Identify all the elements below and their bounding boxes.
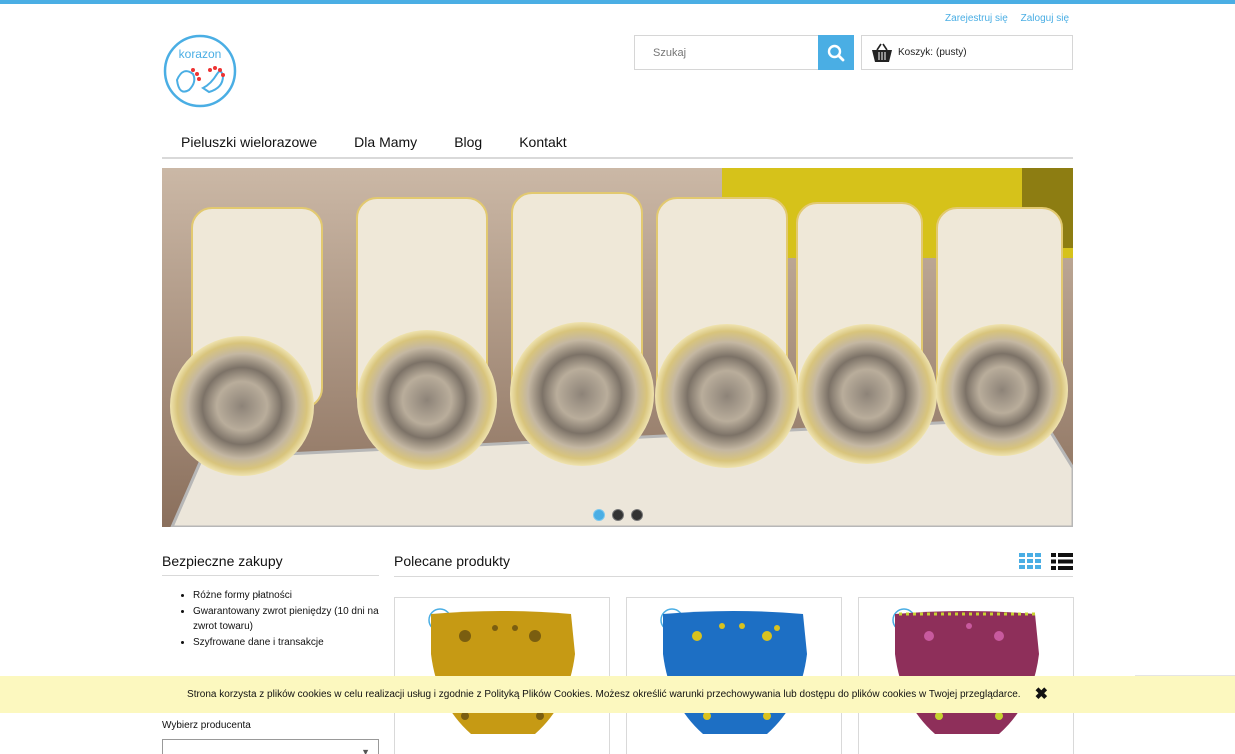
manufacturer-label: Wybierz producenta: [162, 720, 251, 731]
nav-item-dla-mamy[interactable]: Dla Mamy: [335, 126, 435, 157]
safe-shopping-list: Różne formy płatności Gwarantowany zwrot…: [162, 588, 379, 650]
view-switcher: [1019, 553, 1073, 570]
list-item: Szyfrowane dane i transakcje: [193, 635, 379, 651]
main-navigation: Pieluszki wielorazowe Dla Mamy Blog Kont…: [162, 126, 1073, 159]
top-accent-bar: [0, 0, 1235, 4]
nav-item-kontakt[interactable]: Kontakt: [500, 126, 584, 157]
list-view-icon[interactable]: [1051, 553, 1073, 570]
slider-dot-3[interactable]: [630, 509, 643, 521]
featured-products-title: Polecane produkty: [394, 553, 510, 569]
cart-status: (pusty): [936, 47, 967, 58]
cookie-text: Strona korzysta z plików cookies w celu …: [187, 689, 1021, 700]
nav-item-blog[interactable]: Blog: [435, 126, 500, 157]
search-input[interactable]: [635, 36, 817, 69]
slider-dot-2[interactable]: [611, 509, 624, 521]
list-item: Gwarantowany zwrot pieniędzy (10 dni na …: [193, 604, 379, 635]
search-icon: [827, 44, 845, 61]
chevron-down-icon: ▼: [361, 747, 370, 754]
safe-shopping-block: Bezpieczne zakupy Różne formy płatności …: [162, 553, 379, 650]
manufacturer-select[interactable]: ▼: [162, 739, 379, 754]
cookie-banner: Strona korzysta z plików cookies w celu …: [0, 676, 1235, 713]
login-link[interactable]: Zaloguj się: [1021, 13, 1069, 24]
close-icon[interactable]: ✖: [1035, 686, 1048, 703]
logo[interactable]: korazon: [163, 34, 237, 108]
slide-image: [162, 168, 1073, 527]
list-item: Różne formy płatności: [193, 588, 379, 604]
cart-summary[interactable]: Koszyk: (pusty): [861, 35, 1073, 70]
grid-view-icon[interactable]: [1019, 553, 1041, 569]
account-links: Zarejestruj się Zaloguj się: [935, 13, 1069, 24]
register-link[interactable]: Zarejestruj się: [945, 13, 1008, 24]
slider-dot-1[interactable]: [592, 509, 605, 521]
search-button[interactable]: [818, 35, 854, 70]
hero-slider[interactable]: [162, 168, 1073, 527]
search-box: [634, 35, 854, 70]
nav-item-pieluszki[interactable]: Pieluszki wielorazowe: [162, 126, 335, 157]
basket-icon: [872, 43, 892, 62]
cart-label: Koszyk:: [898, 47, 934, 58]
logo-text: korazon: [179, 47, 222, 61]
safe-shopping-title: Bezpieczne zakupy: [162, 553, 379, 576]
featured-products-block: Polecane produkty: [394, 553, 1073, 577]
slider-dots: [162, 509, 1073, 521]
